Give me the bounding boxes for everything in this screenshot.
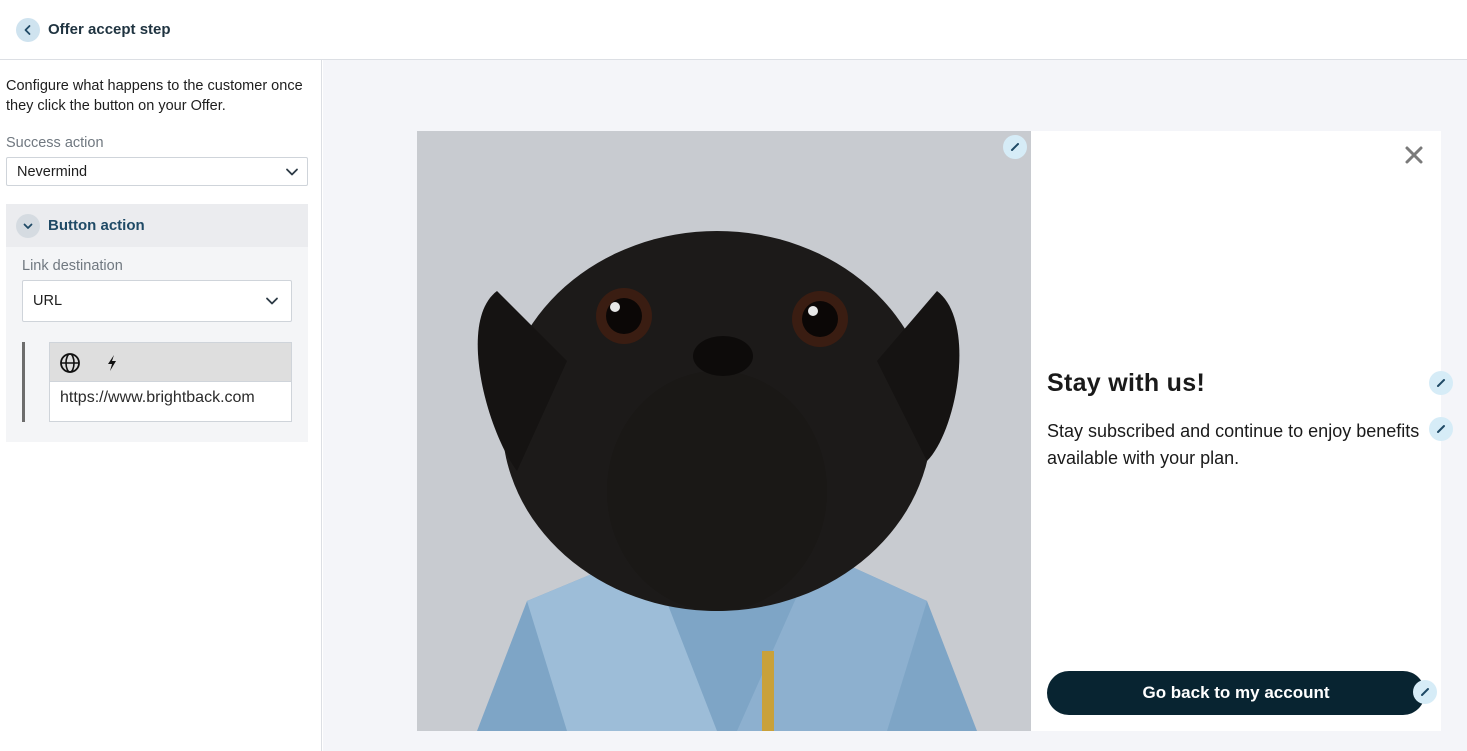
chevron-down-icon [286, 168, 298, 175]
edit-title-button[interactable] [1429, 371, 1453, 395]
success-action-label: Success action [6, 135, 104, 151]
chevron-down-icon [23, 223, 33, 229]
edit-button-label[interactable] [1413, 680, 1437, 704]
preview-canvas: Stay with us! Stay subscribed and contin… [323, 60, 1467, 751]
page-title: Offer accept step [48, 21, 171, 38]
chevron-left-icon [24, 25, 31, 35]
pencil-icon [1421, 688, 1429, 696]
edit-body-button[interactable] [1429, 417, 1453, 441]
button-action-header[interactable]: Button action [6, 204, 308, 247]
go-back-button[interactable]: Go back to my account [1047, 671, 1425, 715]
link-destination-value: URL [33, 293, 63, 309]
step-description: Configure what happens to the customer o… [6, 78, 303, 114]
close-icon[interactable] [1402, 143, 1426, 167]
offer-card: Stay with us! Stay subscribed and contin… [417, 131, 1453, 731]
url-editor: https://www.brightback.com [49, 342, 292, 422]
success-action-value: Nevermind [17, 163, 88, 180]
back-button[interactable] [16, 18, 40, 42]
url-editor-toolbar [50, 343, 291, 382]
pencil-icon [1437, 425, 1445, 433]
url-value[interactable]: https://www.brightback.com [60, 389, 255, 407]
settings-sidebar: Configure what happens to the customer o… [0, 60, 322, 751]
collapse-toggle[interactable] [16, 214, 40, 238]
success-action-select[interactable]: Nevermind [6, 157, 308, 186]
globe-icon[interactable] [58, 351, 82, 375]
indent-bar [22, 342, 25, 422]
top-bar: Offer accept step [0, 0, 1467, 60]
edit-image-button[interactable] [1003, 135, 1027, 159]
lightning-icon[interactable] [100, 351, 124, 375]
button-action-panel: Button action Link destination URL https… [6, 204, 308, 442]
offer-body: Stay subscribed and continue to enjoy be… [1047, 421, 1420, 468]
button-action-title: Button action [48, 217, 145, 234]
link-destination-label: Link destination [22, 258, 123, 274]
pencil-icon [1011, 143, 1019, 151]
offer-image [417, 131, 1031, 731]
chevron-down-icon [266, 297, 278, 305]
offer-title: Stay with us! [1047, 369, 1206, 397]
pencil-icon [1437, 379, 1445, 387]
link-destination-select[interactable]: URL [22, 280, 292, 322]
